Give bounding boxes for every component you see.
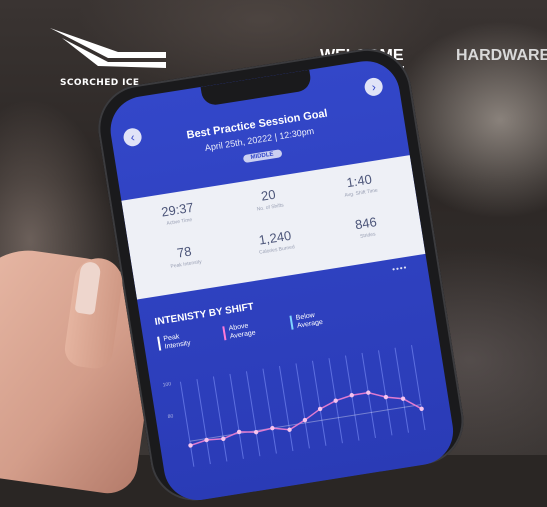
stat-calories: 1,240 Calories Burned	[228, 223, 325, 274]
legend-swatch	[289, 315, 294, 330]
legend-above-average: Above Average	[222, 322, 256, 343]
stat-active-time: 29:37 Active Time	[131, 195, 228, 246]
stat-peak-intensity: 78 Peak Intensity	[138, 237, 235, 288]
grid-line	[245, 371, 261, 457]
grid-line	[394, 347, 409, 433]
data-point	[366, 390, 371, 395]
legend-below-average: Below Average	[289, 311, 323, 332]
grid-line	[262, 368, 277, 454]
average-line	[189, 404, 422, 442]
legend-label: Above Average	[228, 322, 257, 341]
phone-screen: ‹ › Best Practice Session Goal April 25t…	[105, 56, 458, 505]
y-tick-label: 80	[167, 413, 174, 421]
phone: ‹ › Best Practice Session Goal April 25t…	[92, 42, 470, 507]
grid-line	[295, 363, 310, 449]
grid-line	[179, 381, 195, 467]
legend-swatch	[222, 326, 227, 341]
stat-avg-shift: 1:40 Avg. Shift Time	[313, 166, 410, 217]
y-tick-label: 100	[162, 381, 172, 389]
grid-line	[212, 376, 228, 462]
grid-line	[345, 355, 360, 441]
grid-line	[196, 379, 211, 465]
data-point	[383, 394, 389, 400]
legend-swatch	[157, 336, 162, 351]
pagination-dots[interactable]: ••••	[392, 263, 408, 274]
grid-line	[229, 373, 244, 459]
data-point	[270, 425, 275, 431]
nav-item-hardware[interactable]: HARDWARE	[456, 47, 547, 65]
grid-line	[278, 365, 294, 452]
position-badge: MIDDLE	[242, 149, 283, 164]
stat-strides: 846 Strides	[319, 209, 416, 260]
stat-shifts: 20 No. of Shifts	[222, 181, 319, 232]
data-point	[188, 443, 193, 448]
data-point	[349, 393, 354, 398]
legend-label: Below Average	[295, 311, 324, 330]
legend-label: Peak Intensity	[163, 333, 192, 351]
data-point	[221, 436, 226, 441]
grid-line	[378, 350, 393, 436]
grid-line	[411, 345, 426, 431]
grid-line	[361, 352, 376, 438]
legend-peak-intensity: Peak Intensity	[157, 332, 191, 353]
grid-line	[311, 360, 327, 446]
